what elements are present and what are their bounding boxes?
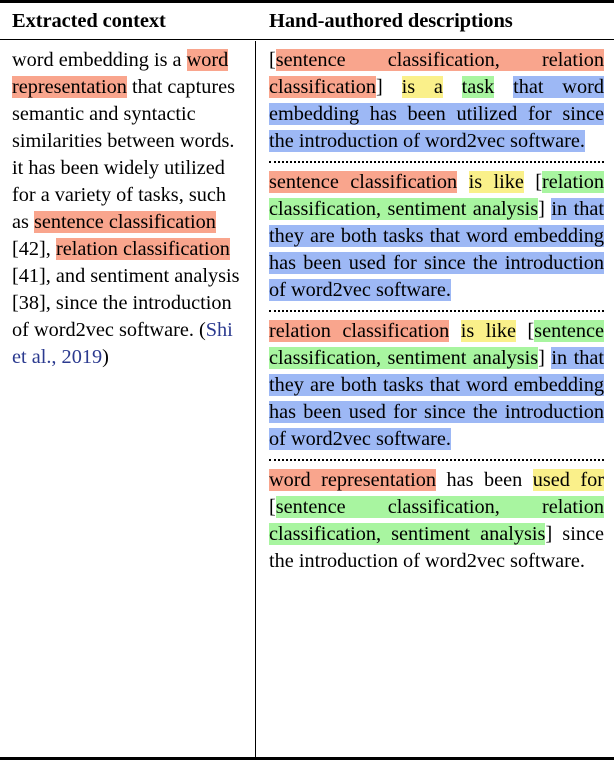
description-1: [sentence classification, relation class… — [269, 40, 604, 161]
plain-text-span — [383, 76, 402, 98]
plain-text-span: ) — [102, 346, 109, 368]
plain-text-span — [524, 171, 535, 193]
comparison-table: Extracted context Hand-authored descript… — [0, 0, 614, 760]
highlight-yellow-span: is a — [401, 76, 443, 98]
plain-text-span — [457, 171, 468, 193]
highlight-yellow-span: is like — [460, 320, 517, 342]
highlight-yellow-span: is like — [468, 171, 524, 193]
plain-text-span — [449, 320, 460, 342]
plain-text-span: has been — [436, 469, 533, 491]
plain-text-span — [516, 320, 527, 342]
extracted-context-cell: word embedding is a word representation … — [0, 40, 256, 371]
description-2: sentence classification is like [relatio… — [269, 161, 604, 310]
column-header-hand-authored-descriptions: Hand-authored descriptions — [269, 9, 513, 32]
column-divider — [255, 41, 256, 757]
description-3: relation classification is like [sentenc… — [269, 310, 604, 459]
column-header-extracted-context: Extracted context — [12, 9, 166, 32]
plain-text-span: ] — [538, 347, 545, 369]
plain-text-span: [ — [269, 49, 276, 71]
plain-text-span — [494, 76, 513, 98]
table-body-row: word embedding is a word representation … — [0, 40, 614, 581]
plain-text-span: ] — [538, 198, 545, 220]
plain-text-span: ] — [376, 76, 383, 98]
plain-text-span: word embedding is a — [12, 49, 187, 71]
plain-text-span: ( — [198, 319, 206, 341]
highlight-red-span: sentence classification — [269, 171, 458, 193]
highlight-red-span: relation classification — [55, 238, 230, 260]
plain-text-span — [443, 76, 462, 98]
plain-text-span: [ — [269, 496, 276, 518]
highlight-red-span: relation classification — [269, 320, 450, 342]
plain-text-span: that captures semantic and syntactic sim… — [12, 76, 235, 233]
description-4: word representation has been used for [s… — [269, 459, 604, 581]
table-header-row: Extracted context Hand-authored descript… — [0, 3, 614, 39]
hand-authored-descriptions-cell: [sentence classification, relation class… — [256, 40, 614, 581]
highlight-red-span: sentence classification — [33, 211, 216, 233]
highlight-green-span: task — [461, 76, 495, 98]
highlight-red-span: word representation — [269, 469, 437, 491]
plain-text-span: [42], — [12, 238, 56, 260]
highlight-yellow-span: used for — [532, 469, 604, 491]
